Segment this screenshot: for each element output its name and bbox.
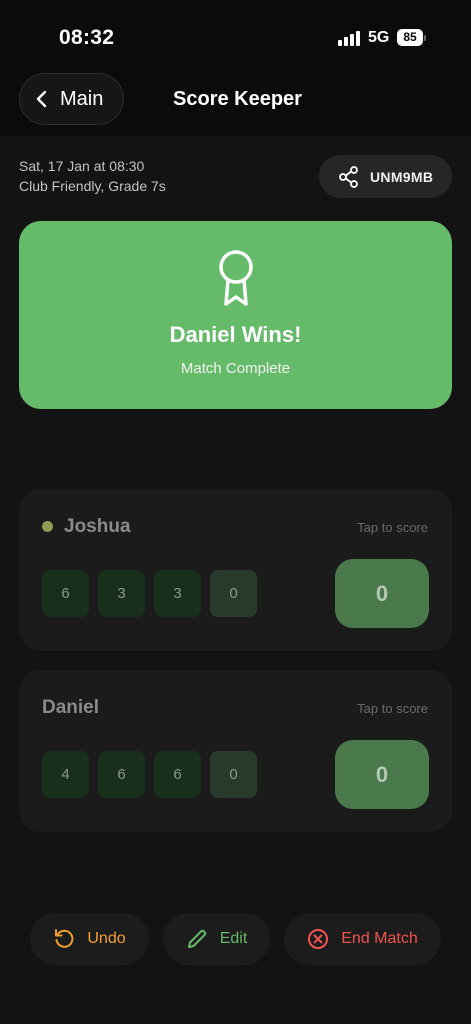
edit-button[interactable]: Edit (163, 913, 270, 965)
battery-icon: 85 (397, 29, 427, 46)
share-button[interactable]: UNM9MB (319, 155, 452, 198)
player-card-daniel[interactable]: Daniel Tap to score 4 6 6 0 0 (19, 670, 452, 832)
winner-subtitle: Match Complete (180, 360, 291, 377)
chevron-left-icon (36, 90, 47, 108)
pencil-icon (187, 929, 206, 948)
battery-level: 85 (397, 29, 423, 46)
match-description: Club Friendly, Grade 7s (19, 178, 166, 194)
end-score-current: 0 (210, 570, 257, 617)
undo-icon (55, 929, 74, 948)
close-circle-icon (308, 929, 329, 949)
status-bar: 08:32 5G 85 (0, 0, 471, 70)
award-icon (219, 250, 253, 306)
end-score: 3 (98, 570, 145, 617)
end-score: 6 (42, 570, 89, 617)
match-date: Sat, 17 Jan at 08:30 (19, 158, 145, 174)
undo-label: Undo (87, 930, 126, 947)
share-code: UNM9MB (370, 168, 434, 185)
header-bar: 08:32 5G 85 Main Score Keeper (0, 0, 471, 136)
winner-title: Daniel Wins! (169, 322, 302, 347)
player-card-joshua[interactable]: Joshua Tap to score 6 3 3 0 0 (19, 489, 452, 651)
winner-banner (19, 221, 452, 409)
end-match-button[interactable]: End Match (284, 913, 441, 965)
tap-to-score-hint: Tap to score (357, 701, 428, 716)
end-score: 4 (42, 751, 89, 798)
undo-button[interactable]: Undo (30, 913, 149, 965)
back-label: Main (60, 87, 104, 110)
end-score: 6 (154, 751, 201, 798)
end-score: 6 (98, 751, 145, 798)
total-score-button[interactable]: 0 (335, 559, 429, 628)
signal-icon (338, 30, 362, 46)
end-match-label: End Match (341, 930, 418, 947)
player-name: Daniel (42, 697, 100, 718)
back-button[interactable]: Main (19, 73, 124, 125)
status-time: 08:32 (59, 26, 115, 49)
player-name: Joshua (64, 516, 131, 537)
end-scores: 4 6 6 0 (42, 751, 266, 798)
share-icon (339, 165, 358, 188)
page-title: Score Keeper (173, 88, 302, 110)
tap-to-score-hint: Tap to score (357, 520, 428, 535)
end-score: 3 (154, 570, 201, 617)
serve-indicator (42, 521, 53, 532)
edit-label: Edit (219, 930, 248, 947)
end-scores: 6 3 3 0 (42, 570, 266, 617)
total-score-button[interactable]: 0 (335, 740, 429, 809)
network-type: 5G (368, 29, 390, 46)
end-score-current: 0 (210, 751, 257, 798)
